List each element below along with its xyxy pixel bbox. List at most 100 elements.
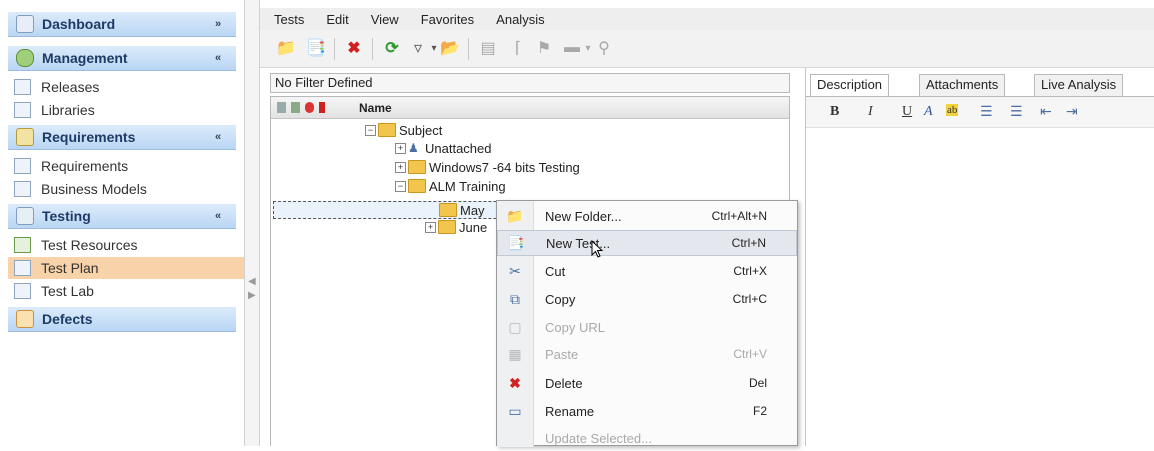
tree-node-june[interactable]: + June [425,218,487,236]
underline-button[interactable]: U [902,104,912,120]
menu-analysis[interactable]: Analysis [496,12,544,27]
collapse-icon[interactable]: « [210,131,226,143]
test-plan-icon [14,260,31,276]
italic-button[interactable]: I [868,104,873,120]
tab-attachments[interactable]: Attachments [919,74,1006,98]
status-column-icon [291,102,300,113]
sidebar-section-defects[interactable]: Defects [8,307,236,332]
folder-icon [408,160,426,174]
rich-text-toolbar: B I U A ab ☰ ☰ ⇤ ⇥ [806,96,1154,128]
attachment-column-icon [277,102,286,113]
sidebar-item-libraries[interactable]: Libraries [14,99,236,121]
sidebar-item-test-lab[interactable]: Test Lab [14,280,236,302]
module-sidebar: Dashboard » Management « Releases Librar… [0,0,248,446]
sidebar-section-label: Management [42,50,128,66]
attach-icon[interactable]: ⌈ [508,38,528,58]
collapse-icon[interactable]: « [210,52,226,64]
tree-node-alm-training[interactable]: − ALM Training [395,177,506,195]
menu-item-copy[interactable]: ⧉ Copy Ctrl+C [497,286,797,312]
favorites-icon[interactable]: 📂 [440,38,460,58]
sidebar-item-releases[interactable]: Releases [14,76,236,98]
flag-icon[interactable]: ⚑ [534,38,554,58]
menu-item-cut[interactable]: ✂ Cut Ctrl+X [497,258,797,284]
menu-tests[interactable]: Tests [274,12,304,27]
delete-icon: ✖ [509,374,521,391]
test-resources-icon [14,237,31,253]
menu-bar: Tests Edit View Favorites Analysis [260,8,1154,30]
highlight-button[interactable]: ab [946,104,959,116]
sidebar-section-testing[interactable]: Testing « [8,204,236,229]
font-color-button[interactable]: A [924,104,933,120]
expand-toggle-icon[interactable]: + [395,161,406,173]
sidebar-section-management[interactable]: Management « [8,46,236,71]
tree-header: Name [271,97,789,119]
menu-item-new-test[interactable]: 📑 New Test... Ctrl+N [497,230,797,256]
tree-node-windows7[interactable]: + Windows7 -64 bits Testing [395,158,580,176]
tab-description[interactable]: Description [810,74,890,98]
expand-toggle-icon[interactable]: + [395,142,406,154]
folder-icon [378,123,396,137]
menu-item-new-folder[interactable]: 📁 New Folder... Ctrl+Alt+N [497,203,797,229]
details-icon[interactable]: ▤ [478,38,498,58]
sidebar-section-dashboard[interactable]: Dashboard » [8,12,236,37]
sidebar-item-label: Libraries [41,102,95,118]
sidebar-section-label: Defects [42,311,93,327]
outdent-icon[interactable]: ⇤ [1040,104,1052,120]
testing-icon [16,207,34,225]
new-folder-icon[interactable]: 📁 [276,38,296,58]
expand-icon[interactable]: » [210,18,226,30]
sidebar-item-label: Business Models [41,181,147,197]
libraries-icon [14,102,31,118]
sidebar-item-business-models[interactable]: Business Models [14,178,236,200]
unattached-icon: ♟ [408,141,419,155]
filter-status-bar[interactable]: No Filter Defined [270,73,790,93]
refresh-icon[interactable]: ⟳ [382,38,402,58]
tab-live-analysis[interactable]: Live Analysis [1034,74,1124,98]
menu-favorites[interactable]: Favorites [421,12,474,27]
cut-icon: ✂ [509,262,521,279]
search-icon[interactable]: ⚲ [594,38,614,58]
menu-item-label: Delete [545,375,583,391]
details-pane: Description Attachments Live Analysis B … [805,68,1154,446]
numbered-list-icon[interactable]: ☰ [1010,104,1023,120]
sidebar-item-requirements[interactable]: Requirements [14,155,236,177]
bullet-list-icon[interactable]: ☰ [980,104,993,120]
tree-node-label: May [460,202,485,218]
tree-node-label: Subject [399,122,443,138]
bold-button[interactable]: B [830,104,839,120]
indent-icon[interactable]: ⇥ [1066,104,1078,120]
sidebar-item-test-resources[interactable]: Test Resources [14,234,236,256]
menu-item-delete[interactable]: ✖ Delete Del [497,370,797,396]
splitter-left-arrow-icon[interactable]: ◀ [248,276,256,287]
new-test-icon: 📑 [507,234,525,251]
sidebar-splitter[interactable]: ◀ ▶ [244,0,260,446]
name-column-header[interactable]: Name [359,101,392,115]
toolbar-separator [468,38,469,60]
releases-icon [14,79,31,95]
menu-view[interactable]: View [371,12,399,27]
expand-toggle-icon[interactable]: + [425,221,436,233]
tree-node-unattached[interactable]: + ♟ Unattached [395,139,492,157]
delete-icon[interactable]: ✖ [344,38,364,58]
menu-edit[interactable]: Edit [326,12,348,27]
collapse-toggle-icon[interactable]: − [365,124,376,136]
menu-item-rename[interactable]: ▭ Rename F2 [497,398,797,424]
splitter-right-arrow-icon[interactable]: ▶ [248,290,256,301]
sidebar-item-label: Test Resources [41,237,138,253]
tree-node-may[interactable]: May [439,201,485,219]
collapse-icon[interactable]: « [210,210,226,222]
menu-item-label: Copy URL [545,319,605,335]
defects-icon [16,310,34,328]
tree-node-subject[interactable]: − Subject [365,121,442,139]
requirements-list-icon [14,158,31,174]
menu-item-label: Paste [545,346,579,362]
menu-item-shortcut: Ctrl+C [732,292,767,306]
sidebar-item-test-plan[interactable]: Test Plan [8,257,248,279]
copy-icon: ⧉ [510,290,520,307]
sidebar-section-requirements[interactable]: Requirements « [8,125,236,150]
test-lab-icon [14,283,31,299]
new-test-icon[interactable]: 📑 [306,38,326,58]
collapse-toggle-icon[interactable]: − [395,180,406,192]
sidebar-section-label: Dashboard [42,16,116,32]
menu-item-shortcut: Ctrl+Alt+N [711,209,767,223]
